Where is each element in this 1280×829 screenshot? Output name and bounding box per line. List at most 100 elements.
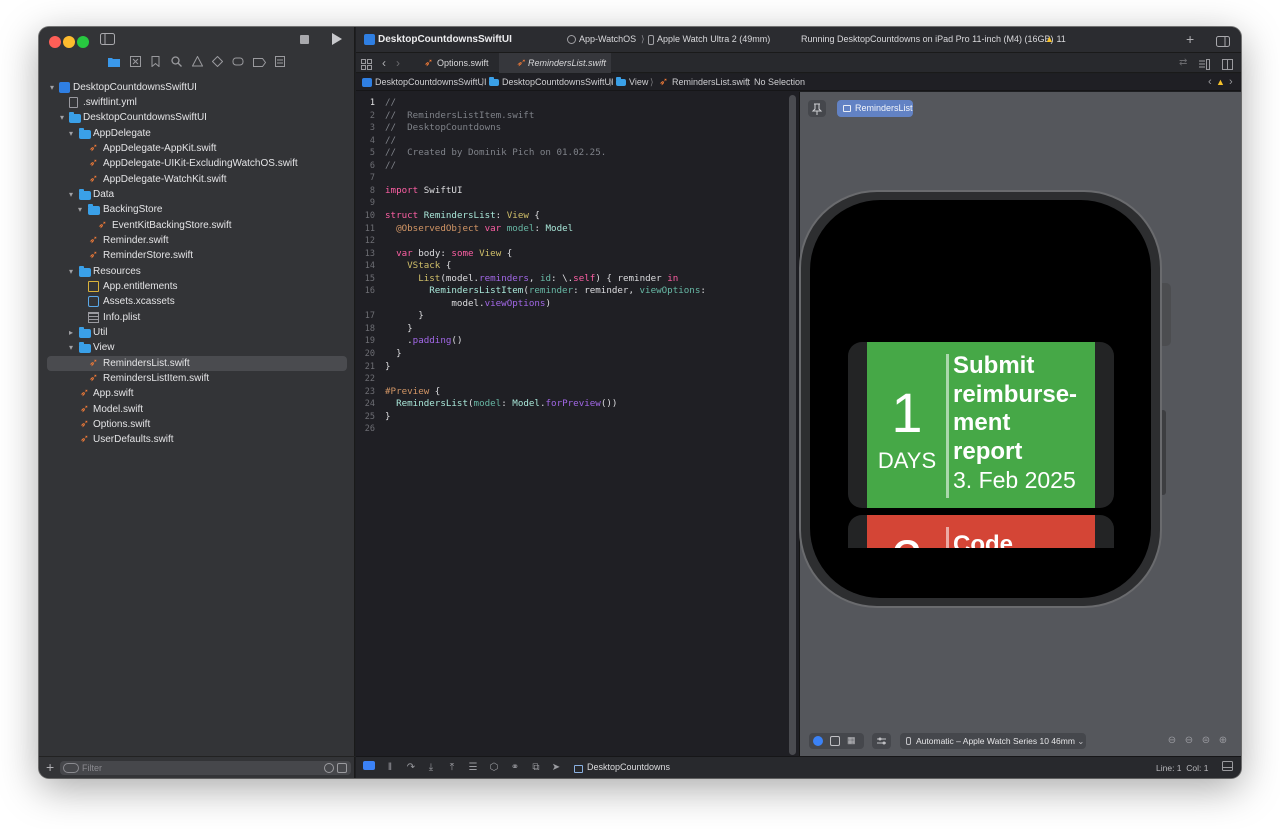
line-number: 9 [369, 198, 375, 209]
code-line: model.viewOptions) [385, 297, 551, 309]
zoom-in-icon[interactable]: ⊕ [1216, 734, 1230, 748]
tree-item-swift-file[interactable]: ➶ RemindersListItem.swift [47, 371, 347, 386]
device-settings-icon[interactable] [872, 733, 891, 749]
add-library-icon[interactable]: + [1186, 31, 1194, 47]
zoom-out-icon[interactable]: ⊖ [1165, 734, 1179, 748]
breadcrumb-file[interactable]: RemindersList.swift [672, 74, 750, 91]
step-over-icon[interactable]: ↷ [404, 761, 418, 775]
environment-icon[interactable]: ⚭ [508, 761, 522, 775]
line-number: 24 [364, 399, 375, 410]
tree-item-swift-file[interactable]: ➶ Model.swift [47, 402, 347, 417]
reminder-card-body: 2 Code [867, 515, 1095, 548]
step-out-icon[interactable]: ⤒ [445, 761, 459, 775]
breadcrumb-folder[interactable]: DesktopCountdownsSwiftUI [502, 74, 614, 91]
memory-graph-icon[interactable]: ⬡ [487, 761, 501, 775]
code-line: // [385, 97, 397, 108]
tree-item-folder[interactable]: ▾ Resources [47, 264, 347, 279]
previous-issue-icon[interactable]: ‹ [1208, 74, 1212, 91]
reports-icon[interactable] [272, 56, 288, 72]
warning-icon[interactable]: ▲ [1216, 74, 1225, 91]
toggle-inspector-icon[interactable] [1216, 34, 1230, 52]
split-editor-icon[interactable] [1222, 57, 1233, 75]
tab-reminderslist-swift[interactable]: ➶ RemindersList.swift [499, 53, 611, 73]
modified-files-icon[interactable] [337, 763, 347, 773]
preview-chip[interactable]: RemindersList [837, 100, 913, 117]
issues-icon[interactable] [189, 55, 205, 72]
forward-icon[interactable]: › [396, 56, 400, 70]
tree-item-file[interactable]: App.entitlements [47, 279, 347, 294]
scheme-selector[interactable]: App-WatchOS ⟩ Apple Watch Ultra 2 (49mm) [561, 32, 780, 48]
toggle-debug-area-icon[interactable] [362, 761, 376, 775]
tree-item-folder[interactable]: ▾ BackingStore [47, 202, 347, 217]
pause-icon[interactable]: ‖ [383, 761, 397, 775]
tree-item-folder[interactable]: ▾ AppDelegate [47, 126, 347, 141]
run-icon[interactable] [331, 33, 343, 48]
step-into-icon[interactable]: ⤓ [424, 761, 438, 775]
tree-item-folder[interactable]: ▾ DesktopCountdownsSwiftUI [47, 110, 347, 125]
close-window-button[interactable] [49, 36, 61, 48]
zoom-fit-icon[interactable]: ⊖ [1182, 734, 1196, 748]
reminder-card[interactable]: 1 DAYS Submit reimburse- ment report 3. … [848, 342, 1114, 508]
bookmarks-icon[interactable] [147, 56, 163, 72]
tree-item-folder[interactable]: ▾ Data [47, 187, 347, 202]
source-control-icon[interactable] [127, 56, 143, 72]
editor-options-icon[interactable] [1198, 57, 1210, 75]
toggle-sidebar-icon[interactable] [100, 33, 115, 48]
navigator-selector-bar [39, 55, 355, 76]
tree-item-swift-file[interactable]: ➶ AppDelegate-AppKit.swift [47, 141, 347, 156]
folder-icon [79, 266, 91, 277]
debug-target-label[interactable]: DesktopCountdowns [587, 762, 670, 772]
location-arrow-icon[interactable]: ➤ [549, 761, 563, 775]
tree-item-folder[interactable]: ▾ View [47, 340, 347, 355]
tree-item-swift-file[interactable]: ➶ App.swift [47, 386, 347, 401]
recent-files-icon[interactable] [324, 763, 334, 773]
zoom-window-button[interactable] [77, 36, 89, 48]
filter-field[interactable]: Filter [60, 761, 351, 775]
stop-icon[interactable] [300, 34, 310, 48]
tree-item-file[interactable]: .swiftlint.yml [47, 95, 347, 110]
debug-icon[interactable] [230, 56, 246, 72]
warnings-badge[interactable]: ▲ 11 [1045, 34, 1066, 44]
tree-item-swift-file-selected[interactable]: ➶ RemindersList.swift [47, 356, 347, 371]
reminder-list[interactable]: 1 DAYS Submit reimburse- ment report 3. … [848, 342, 1114, 548]
variants-icon[interactable]: ▦ [847, 735, 856, 746]
tab-options-swift[interactable]: ➶ Options.swift [412, 53, 498, 73]
pin-preview-icon[interactable] [808, 100, 826, 117]
back-icon[interactable]: ‹ [382, 56, 386, 70]
editor-grid-icon[interactable] [361, 57, 372, 75]
tree-item-folder[interactable]: ▸ Util [47, 325, 347, 340]
breadcrumb-selection[interactable]: No Selection [754, 74, 805, 91]
add-icon[interactable]: + [46, 759, 54, 775]
tree-item-swift-file[interactable]: ➶ AppDelegate-WatchKit.swift [47, 172, 347, 187]
tests-icon[interactable] [209, 55, 225, 72]
tree-item-swift-file[interactable]: ➶ AppDelegate-UIKit-ExcludingWatchOS.swi… [47, 156, 347, 171]
code-line: struct RemindersList: View { [385, 209, 540, 221]
tree-item-swift-file[interactable]: ➶ EventKitBackingStore.swift [47, 218, 347, 233]
tree-item-swift-file[interactable]: ➶ UserDefaults.swift [47, 432, 347, 447]
next-issue-icon[interactable]: › [1229, 74, 1233, 91]
tree-item-swift-file[interactable]: ➶ Options.swift [47, 417, 347, 432]
selectable-mode-icon[interactable] [830, 736, 840, 746]
filter-options-icon[interactable] [63, 763, 79, 773]
breadcrumb-project[interactable]: DesktopCountdownsSwiftUI [375, 74, 487, 91]
device-menu[interactable]: Automatic – Apple Watch Series 10 46mm ⌄ [900, 733, 1086, 749]
tree-item-swift-file[interactable]: ➶ Reminder.swift [47, 233, 347, 248]
editor-scrollbar[interactable] [789, 95, 796, 755]
project-navigator-icon[interactable] [106, 56, 122, 72]
live-mode-icon[interactable] [813, 736, 823, 746]
zoom-actual-icon[interactable]: ⊜ [1199, 734, 1213, 748]
related-items-icon[interactable]: ⇄ [1179, 57, 1187, 68]
breadcrumb-view-folder[interactable]: View [629, 74, 648, 91]
breakpoints-icon[interactable] [251, 56, 267, 72]
tree-item-file[interactable]: Assets.xcassets [47, 294, 347, 309]
toggle-console-icon[interactable] [1220, 761, 1234, 775]
search-icon[interactable] [168, 56, 184, 72]
minimize-window-button[interactable] [63, 36, 75, 48]
view-hierarchy-icon[interactable]: ☰ [466, 761, 480, 775]
tree-item-project[interactable]: ▾ DesktopCountdownsSwiftUI [47, 80, 347, 95]
simulate-location-icon[interactable]: ⧉ [529, 761, 543, 775]
breadcrumb: DesktopCountdownsSwiftUI ⟩ DesktopCountd… [356, 74, 1241, 91]
reminder-card[interactable]: 2 Code [848, 515, 1114, 548]
tree-item-swift-file[interactable]: ➶ ReminderStore.swift [47, 248, 347, 263]
tree-item-file[interactable]: Info.plist [47, 310, 347, 325]
